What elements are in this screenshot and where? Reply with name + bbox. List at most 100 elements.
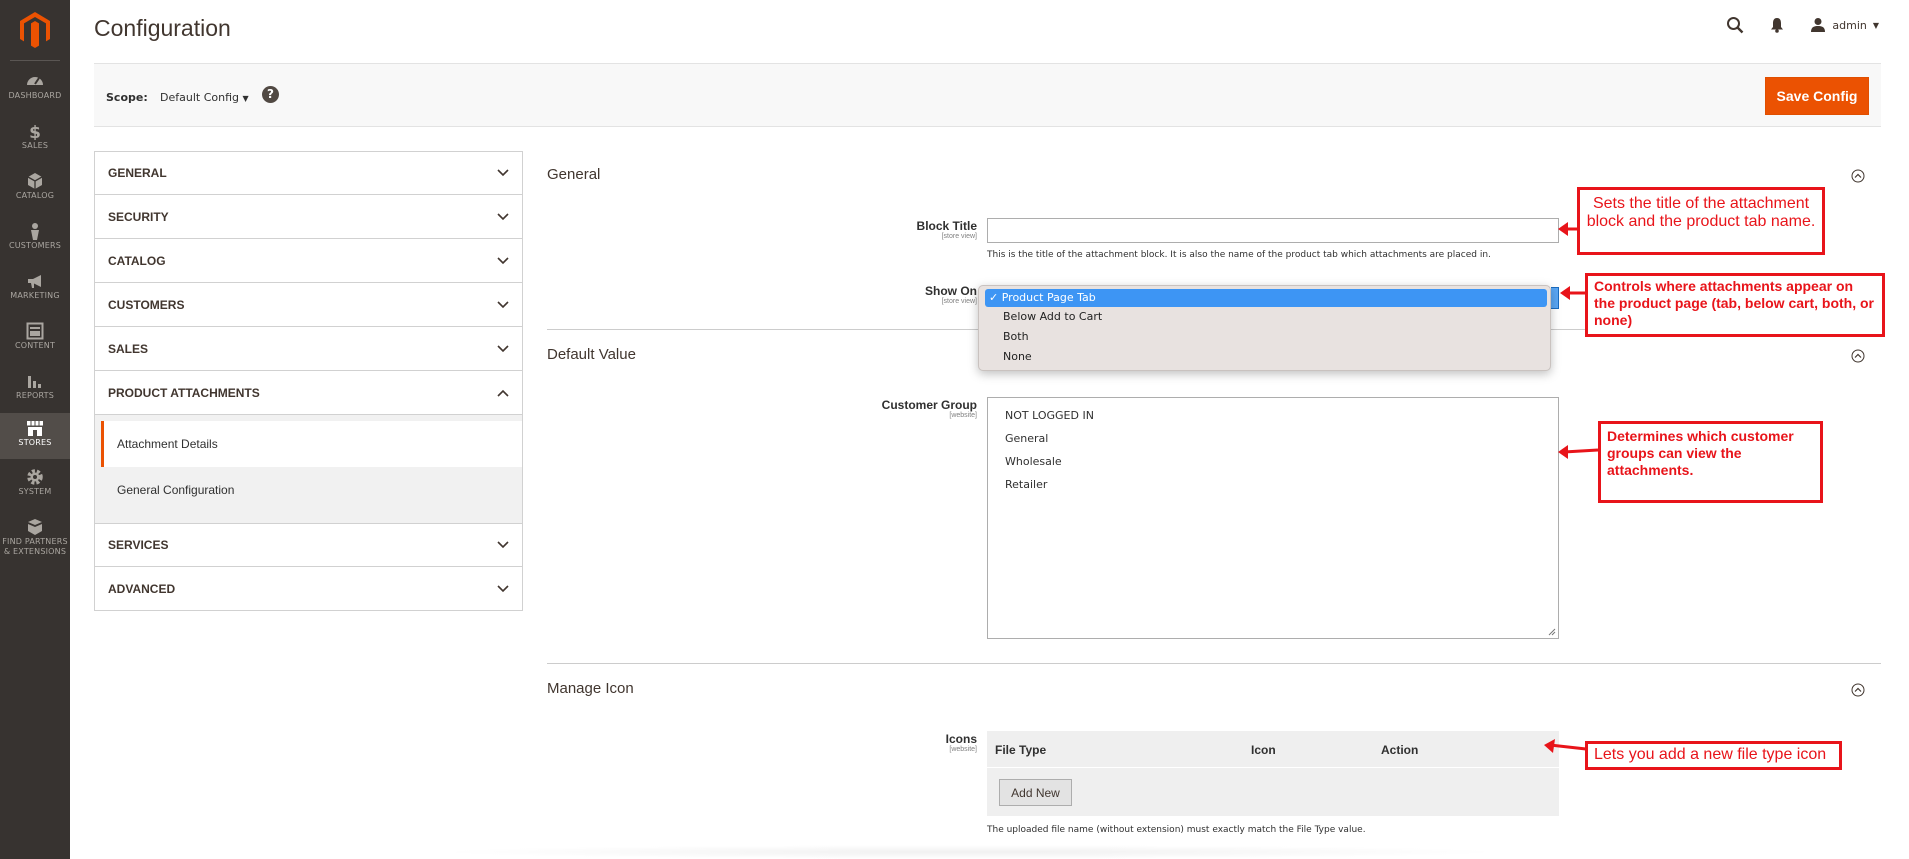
menu-item-catalog[interactable]: CATALOG — [0, 170, 70, 220]
section-divider — [547, 663, 1881, 664]
chevron-down-icon — [497, 256, 509, 264]
subitem-attachment-details[interactable]: Attachment Details — [101, 421, 522, 467]
page-title: Configuration — [94, 15, 231, 41]
collapse-circle-icon[interactable] — [1851, 169, 1865, 183]
help-icon[interactable]: ? — [262, 86, 279, 103]
customer-group-option[interactable]: NOT LOGGED IN — [1005, 409, 1094, 422]
tab-security[interactable]: SECURITY — [94, 195, 523, 239]
save-config-button[interactable]: Save Config — [1765, 77, 1869, 115]
field-label-text: Show On — [925, 284, 977, 298]
menu-item-dashboard[interactable]: DASHBOARD — [0, 70, 70, 120]
block-title-label: Block Title [store view] — [917, 219, 977, 241]
show-on-option[interactable]: None — [1003, 350, 1032, 363]
subitem-general-configuration[interactable]: General Configuration — [101, 467, 522, 513]
column-file-type: File Type — [995, 743, 1047, 757]
block-title-note: This is the title of the attachment bloc… — [987, 250, 1491, 260]
subitem-label: General Configuration — [117, 483, 235, 497]
chevron-down-icon — [497, 212, 509, 220]
tab-label: SALES — [108, 341, 149, 356]
menu-item-system[interactable]: SYSTEM — [0, 466, 70, 516]
menu-item-customers[interactable]: CUSTOMERS — [0, 220, 70, 270]
collapse-circle-icon[interactable] — [1851, 683, 1865, 697]
subitems-spacer — [95, 513, 522, 523]
add-new-button[interactable]: Add New — [999, 779, 1072, 806]
icons-table: File Type Icon Action Add New — [987, 731, 1559, 816]
menu-item-label: SALES — [21, 141, 49, 150]
show-on-option[interactable]: Below Add to Cart — [1003, 310, 1102, 323]
speedometer-icon — [27, 77, 43, 85]
annotation-arrow-icon — [1544, 739, 1587, 753]
menu-item-label: FIND PARTNERS & EXTENSIONS — [2, 537, 68, 556]
show-on-option[interactable]: Both — [1003, 330, 1029, 343]
admin-username: admin — [1832, 18, 1867, 32]
page-footer-shadow — [430, 845, 1510, 859]
menu-item-sales[interactable]: $ SALES — [0, 120, 70, 170]
icons-label: Icons [website] — [946, 732, 977, 754]
tab-services[interactable]: SERVICES — [94, 523, 523, 567]
menu-item-label: CUSTOMERS — [8, 241, 62, 250]
svg-text:$: $ — [29, 123, 41, 140]
section-general-title[interactable]: General — [547, 166, 600, 183]
scope-value: Default Config — [160, 91, 239, 104]
block-title-input[interactable] — [987, 218, 1559, 243]
chevron-down-icon — [497, 584, 509, 592]
bell-icon[interactable] — [1766, 14, 1788, 36]
field-label-text: Block Title — [916, 219, 977, 233]
field-scope: [store view] — [941, 233, 977, 240]
show-on-label: Show On [store view] — [925, 284, 977, 306]
field-label-text: Customer Group — [881, 398, 977, 412]
configuration-page: DASHBOARD $ SALES CATALOG CUSTOMERS MARK… — [0, 0, 1909, 859]
section-default-value-title[interactable]: Default Value — [547, 346, 636, 363]
option-label: Product Page Tab — [1001, 291, 1096, 304]
tab-label: GENERAL — [108, 166, 167, 180]
tab-label: ADVANCED — [108, 581, 176, 596]
field-label-text: Icons — [945, 732, 977, 746]
admin-menu: DASHBOARD $ SALES CATALOG CUSTOMERS MARK… — [0, 0, 70, 859]
tab-catalog[interactable]: CATALOG — [94, 239, 523, 283]
table-divider — [987, 767, 1559, 768]
customer-group-option[interactable]: Retailer — [1005, 478, 1047, 491]
menu-item-label: STORES — [18, 438, 52, 447]
customer-group-option[interactable]: General — [1005, 432, 1048, 445]
dollar-icon: $ — [29, 123, 41, 140]
menu-item-find-partners[interactable]: FIND PARTNERS & EXTENSIONS — [0, 516, 70, 562]
customer-group-option[interactable]: Wholesale — [1005, 455, 1062, 468]
tab-product-attachments[interactable]: PRODUCT ATTACHMENTS — [94, 371, 523, 415]
tab-label: SERVICES — [108, 538, 169, 552]
menu-item-label: CATALOG — [15, 191, 55, 200]
gear-icon — [27, 469, 43, 485]
subitem-label: Attachment Details — [117, 437, 218, 451]
menu-item-stores[interactable]: STORES — [0, 413, 70, 459]
column-icon: Icon — [1251, 743, 1276, 757]
resize-grip-icon[interactable] — [1548, 628, 1556, 636]
tab-general[interactable]: GENERAL — [94, 151, 523, 195]
search-icon[interactable] — [1724, 14, 1746, 36]
menu-item-label: CONTENT — [14, 341, 56, 350]
customer-group-multiselect[interactable]: NOT LOGGED IN General Wholesale Retailer — [987, 397, 1559, 639]
collapse-circle-icon[interactable] — [1851, 349, 1865, 363]
header-actions: admin ▼ — [1704, 14, 1879, 36]
tab-customers[interactable]: CUSTOMERS — [94, 283, 523, 327]
bar-chart-icon — [28, 376, 41, 388]
field-scope: [website] — [949, 746, 977, 753]
magento-logo-icon[interactable] — [20, 12, 50, 48]
scope-switcher[interactable]: Default Config ▼ — [160, 91, 249, 104]
menu-item-label: REPORTS — [15, 391, 55, 400]
admin-user-menu[interactable]: admin ▼ — [1810, 17, 1879, 33]
menu-item-content[interactable]: CONTENT — [0, 320, 70, 370]
tab-sales[interactable]: SALES — [94, 327, 523, 371]
tab-advanced[interactable]: ADVANCED — [94, 567, 523, 611]
annotation-arrow-icon — [1558, 445, 1599, 459]
section-manage-icon-title[interactable]: Manage Icon — [547, 680, 634, 697]
chevron-down-icon — [497, 300, 509, 308]
menu-divider — [10, 60, 60, 61]
show-on-option-selected[interactable]: ✓ Product Page Tab — [985, 289, 1547, 307]
menu-item-label: DASHBOARD — [8, 91, 62, 100]
menu-item-label: MARKETING — [10, 291, 60, 300]
field-scope: [website] — [949, 412, 977, 419]
icons-note: The uploaded file name (without extensio… — [987, 825, 1366, 835]
chevron-down-icon — [497, 541, 509, 549]
tab-label: CUSTOMERS — [108, 297, 185, 312]
menu-item-marketing[interactable]: MARKETING — [0, 270, 70, 320]
chevron-down-icon: ▼ — [242, 94, 249, 103]
